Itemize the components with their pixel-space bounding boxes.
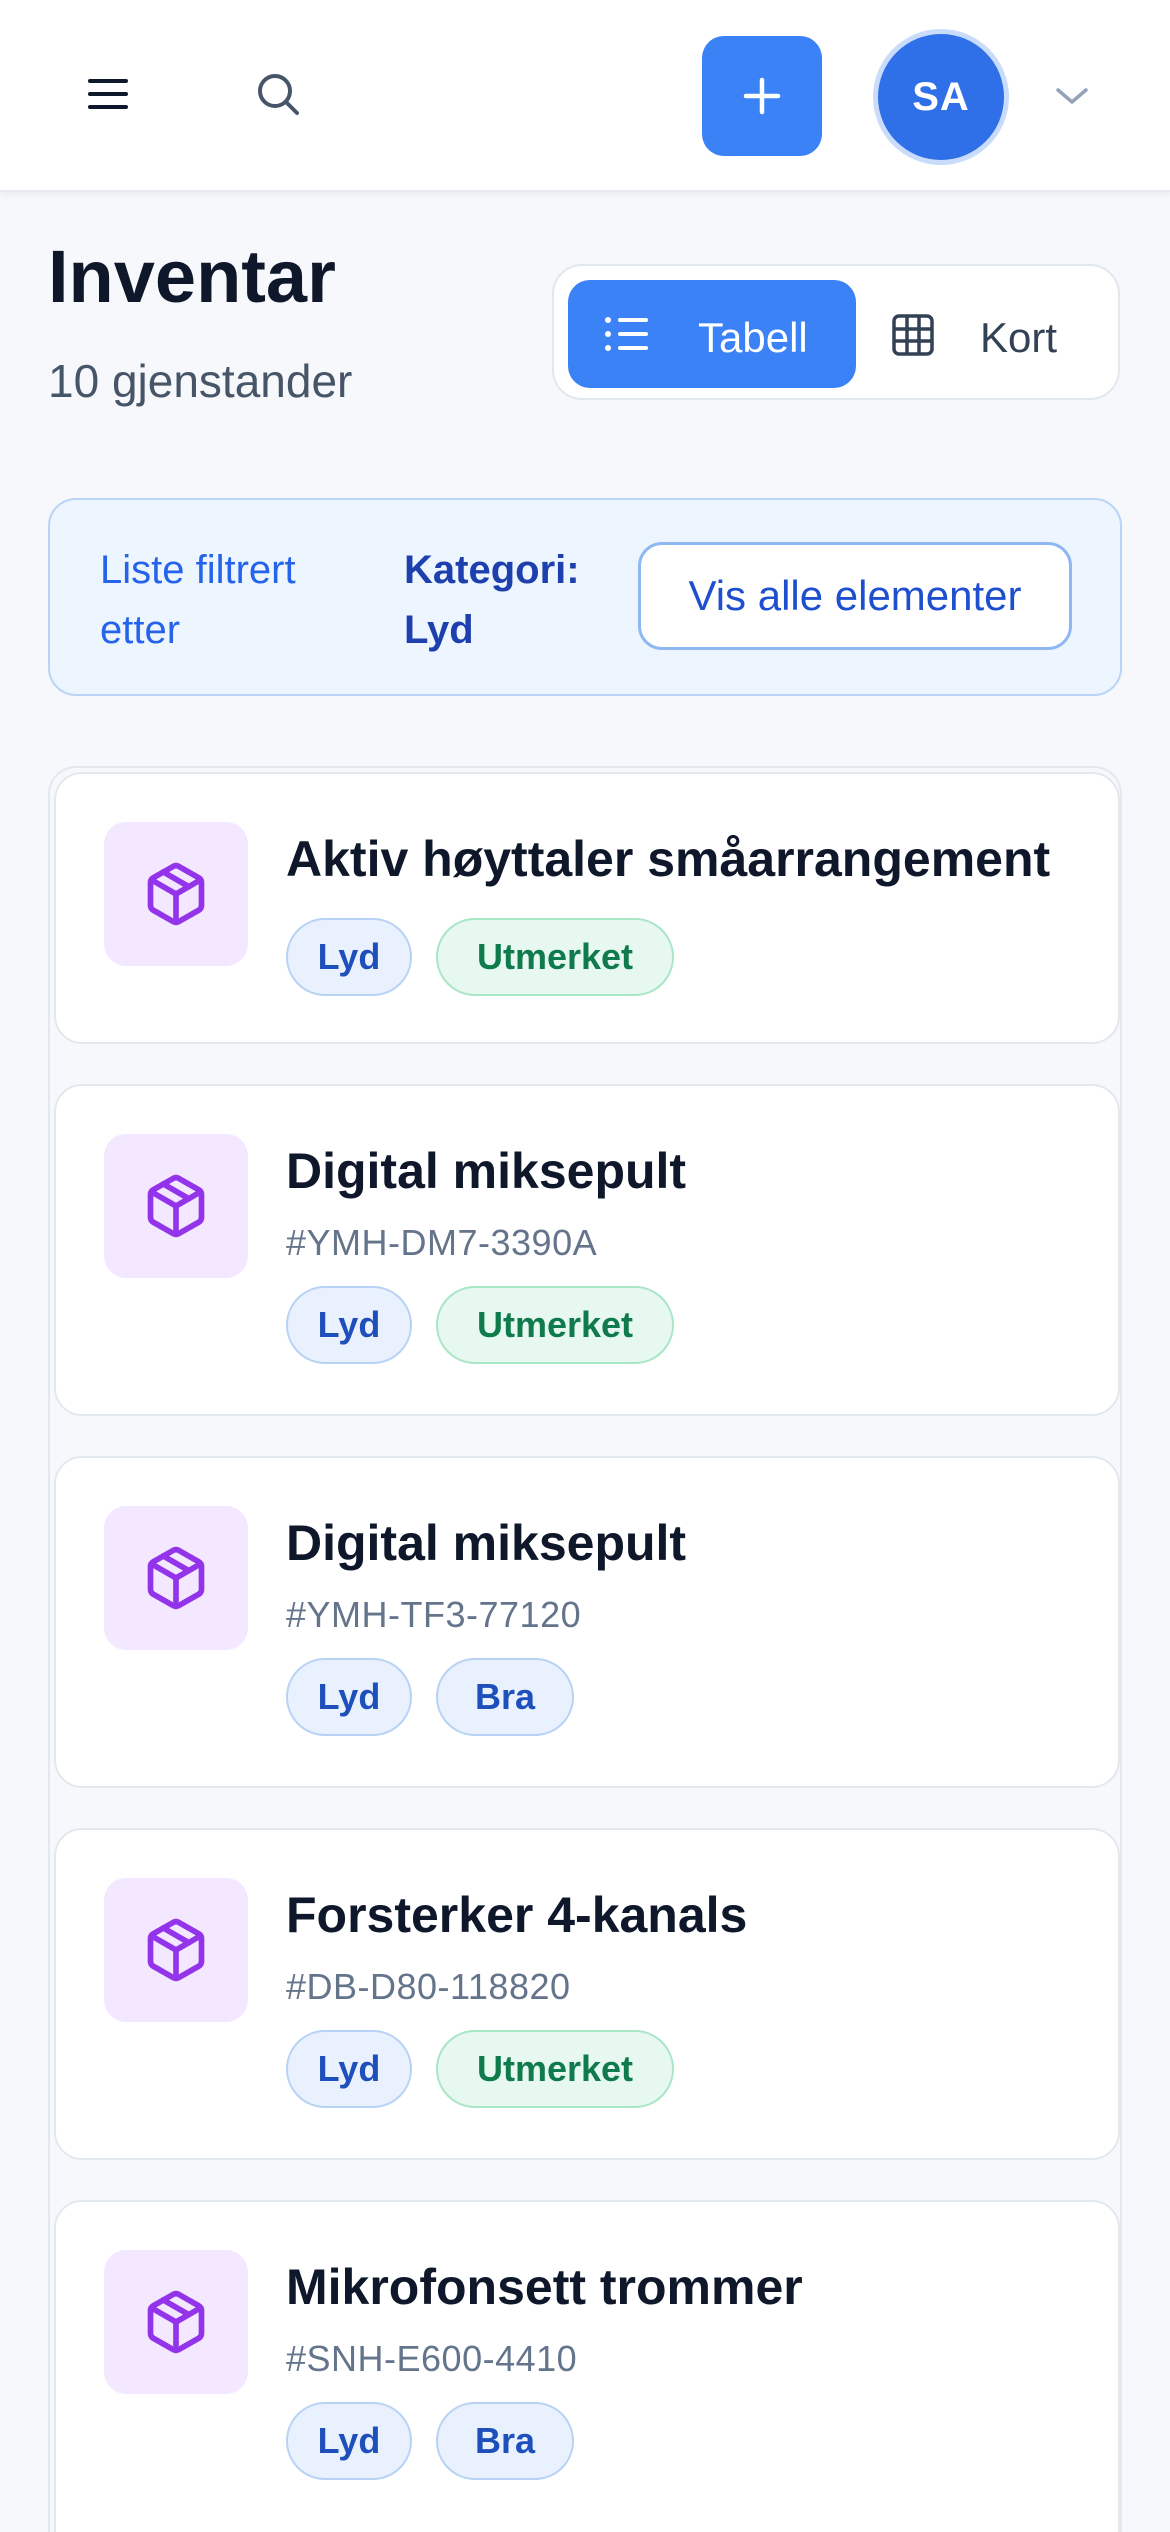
category-badge: Lyd — [286, 1286, 412, 1364]
condition-badge: Bra — [436, 2402, 574, 2480]
package-icon — [147, 862, 205, 926]
condition-badge: Utmerket — [436, 918, 674, 996]
item-code: #YMH-DM7-3390A — [286, 1222, 598, 1263]
grid-icon — [892, 314, 934, 356]
filter-banner: Liste filtrert etter Kategori: Lyd Vis a… — [48, 498, 1122, 696]
category-badge: Lyd — [286, 918, 412, 996]
item-title: Forsterker 4-kanals — [286, 1887, 748, 1943]
package-icon — [147, 2290, 205, 2354]
list-item[interactable]: Forsterker 4-kanals #DB-D80-118820 Lyd U… — [54, 1828, 1120, 2160]
condition-badge: Utmerket — [436, 2030, 674, 2108]
list-item[interactable]: Digital miksepult #YMH-TF3-77120 Lyd Bra — [54, 1456, 1120, 1788]
menu-icon — [88, 79, 128, 109]
show-all-button[interactable]: Vis alle elementer — [638, 542, 1072, 650]
package-icon — [147, 1546, 205, 1610]
list-item[interactable]: Digital miksepult #YMH-DM7-3390A Lyd Utm… — [54, 1084, 1120, 1416]
item-thumbnail — [104, 1878, 248, 2022]
item-title: Digital miksepult — [286, 1143, 687, 1199]
list-item[interactable]: Aktiv høyttaler småarrangement Lyd Utmer… — [54, 772, 1120, 1044]
category-badge: Lyd — [286, 2402, 412, 2480]
avatar[interactable]: SA — [878, 34, 1004, 160]
category-badge: Lyd — [286, 1658, 412, 1736]
add-item-button[interactable] — [702, 36, 822, 156]
top-bar: SA — [0, 0, 1170, 192]
item-code: #SNH-E600-4410 — [286, 2338, 578, 2379]
search-icon — [258, 74, 299, 115]
item-code: #YMH-TF3-77120 — [286, 1594, 582, 1635]
item-thumbnail — [104, 1134, 248, 1278]
item-thumbnail — [104, 2250, 248, 2394]
category-badge: Lyd — [286, 2030, 412, 2108]
condition-badge: Utmerket — [436, 1286, 674, 1364]
package-icon — [147, 1918, 205, 1982]
item-count: 10 gjenstander — [48, 355, 353, 407]
view-card-label: Kort — [980, 314, 1058, 361]
list-icon — [605, 317, 648, 351]
menu-button[interactable] — [70, 56, 146, 132]
item-list: Aktiv høyttaler småarrangement Lyd Utmer… — [48, 766, 1122, 2532]
item-title: Aktiv høyttaler småarrangement — [286, 831, 1051, 887]
package-icon — [147, 1174, 205, 1238]
account-menu-toggle[interactable] — [1052, 76, 1092, 116]
view-card-button[interactable]: Kort — [870, 280, 1108, 388]
list-item[interactable]: Mikrofonsett trommer #SNH-E600-4410 Lyd … — [54, 2200, 1120, 2532]
filter-description: Liste filtrert etter — [100, 548, 296, 652]
item-title: Digital miksepult — [286, 1515, 687, 1571]
search-button[interactable] — [240, 56, 316, 132]
avatar-initials: SA — [912, 74, 970, 119]
plus-icon — [743, 77, 781, 115]
item-title: Mikrofonsett trommer — [286, 2259, 803, 2315]
condition-badge: Bra — [436, 1658, 574, 1736]
item-thumbnail — [104, 822, 248, 966]
filter-category: Kategori: Lyd — [404, 548, 580, 652]
item-code: #DB-D80-118820 — [286, 1966, 571, 2007]
chevron-down-icon — [1056, 88, 1088, 104]
view-table-label: Tabell — [698, 314, 808, 361]
view-table-button[interactable]: Tabell — [568, 280, 856, 388]
view-toggle: Tabell Kort — [552, 264, 1120, 400]
item-thumbnail — [104, 1506, 248, 1650]
page-title: Inventar — [48, 235, 336, 318]
